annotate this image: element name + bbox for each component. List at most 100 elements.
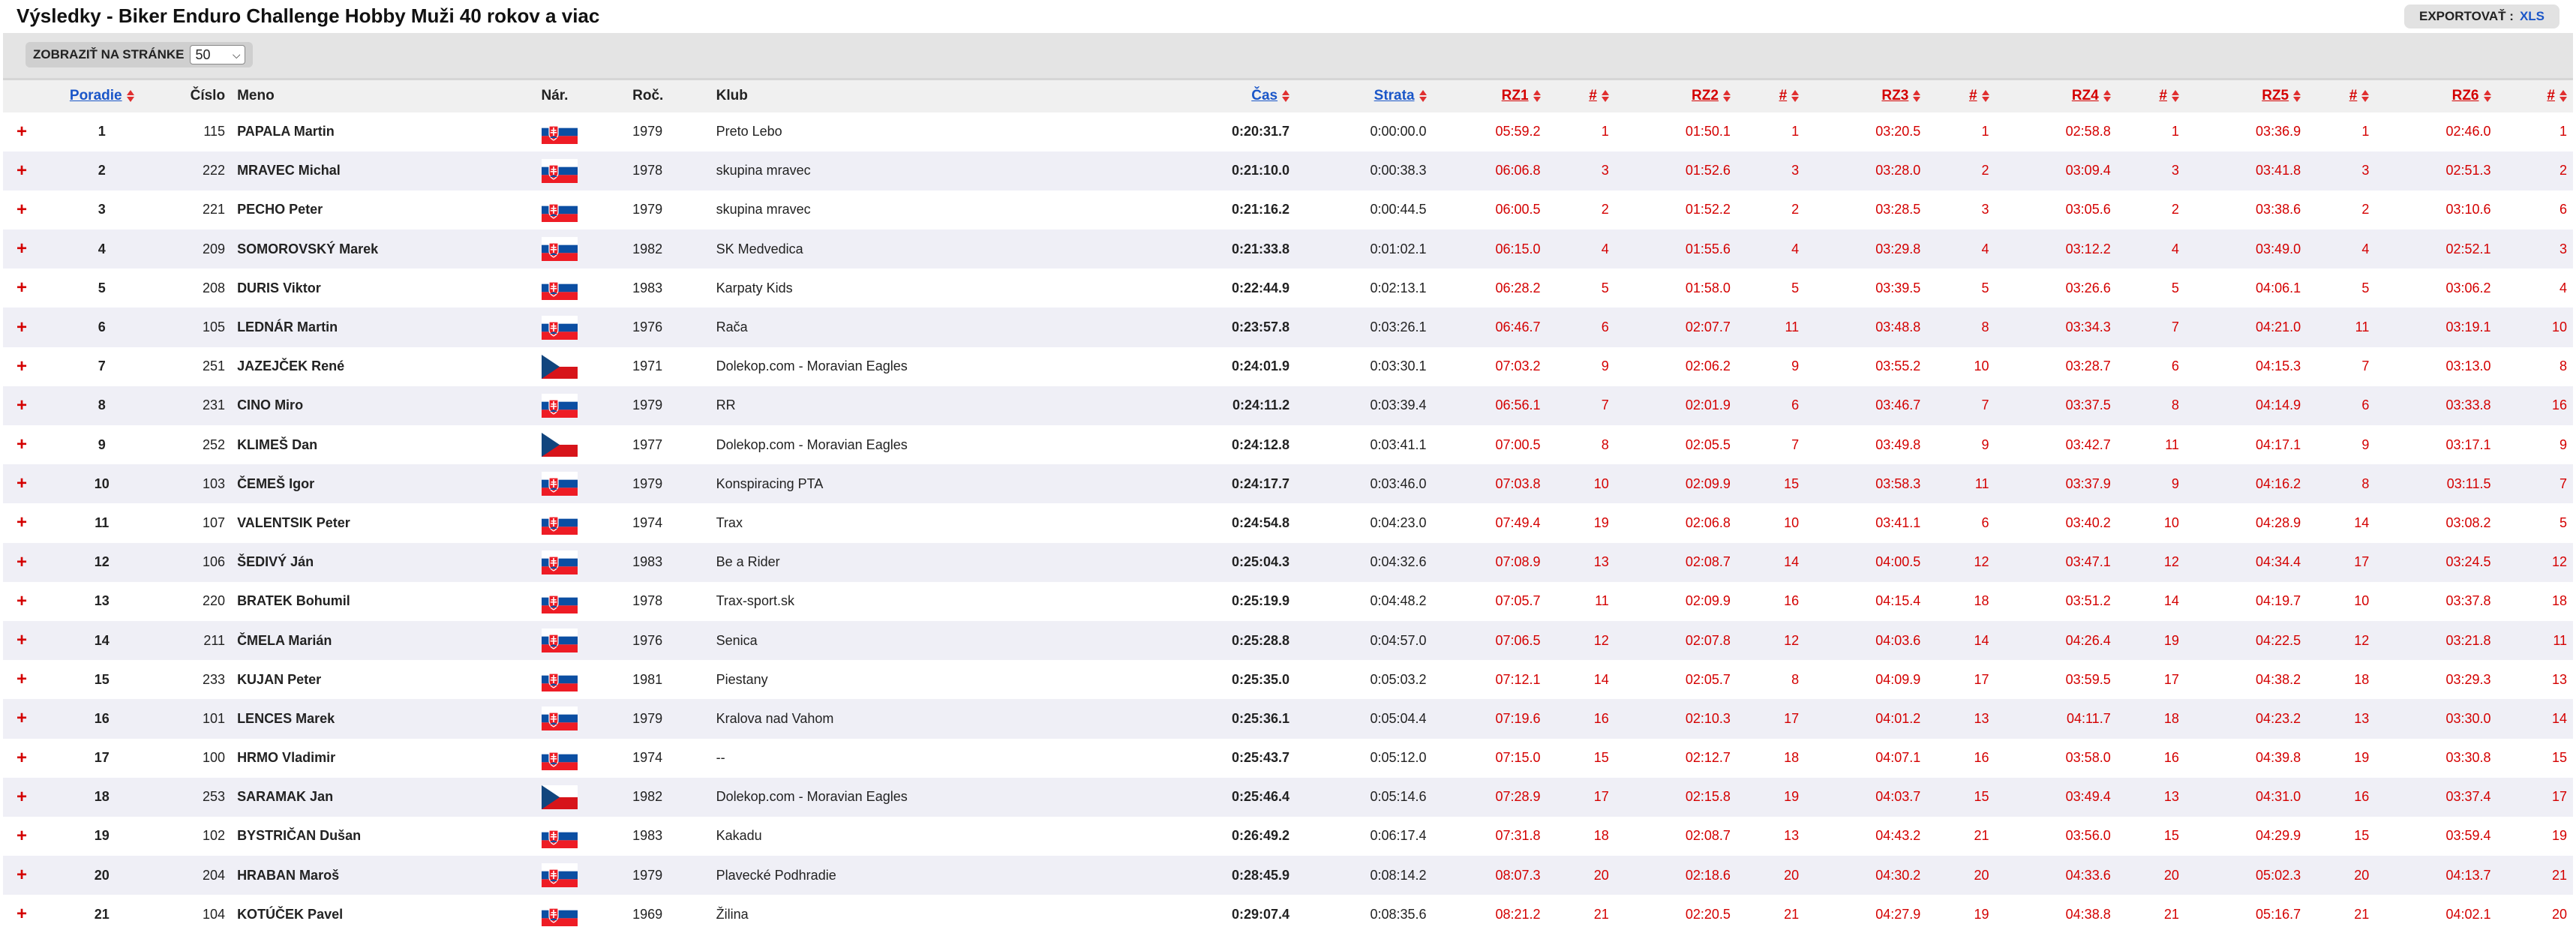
expand-row-button[interactable]: + [3, 778, 41, 817]
expand-row-button[interactable]: + [3, 503, 41, 542]
expand-row-button[interactable]: + [3, 699, 41, 738]
col-cas[interactable]: Čas [1166, 80, 1296, 112]
expand-row-button[interactable]: + [3, 230, 41, 268]
sort-icon [1419, 89, 1427, 103]
col-nar: Nár. [541, 88, 569, 104]
cell-club: Trax [716, 514, 743, 530]
expand-row-button[interactable]: + [3, 268, 41, 308]
cell-rz5-time: 04:14.9 [2256, 398, 2301, 413]
expand-row-button[interactable]: + [3, 464, 41, 503]
cell-rz1-rank: 15 [1593, 750, 1609, 766]
col-rz4[interactable]: RZ4 [1995, 80, 2117, 112]
sort-icon [2483, 89, 2491, 103]
cell-position: 10 [94, 476, 110, 491]
cell-rz5-rank: 8 [2361, 476, 2370, 491]
expand-row-button[interactable]: + [3, 543, 41, 582]
czech-flag-icon [541, 784, 578, 809]
cell-rz4-time: 03:37.9 [2065, 476, 2111, 491]
cell-rz4-rank: 5 [2171, 280, 2179, 296]
cell-club: SK Medvedica [716, 241, 803, 256]
col-rz6-rank[interactable]: # [2497, 80, 2574, 112]
expand-row-button[interactable]: + [3, 582, 41, 621]
cell-rz2-rank: 11 [1785, 320, 1800, 335]
slovakia-flag-icon [541, 824, 578, 848]
col-rz3-rank[interactable]: # [1926, 80, 1995, 112]
cell-position: 3 [98, 202, 106, 218]
cell-rz2-rank: 20 [1784, 867, 1800, 883]
sort-icon [2293, 89, 2301, 103]
col-rz2[interactable]: RZ2 [1615, 80, 1737, 112]
col-strata[interactable]: Strata [1296, 80, 1432, 112]
cell-rz6-rank: 8 [2559, 358, 2567, 374]
col-rz4-rank[interactable]: # [2117, 80, 2185, 112]
cell-club: Karpaty Kids [716, 280, 793, 296]
export-xls-link[interactable]: XLS [2520, 9, 2544, 23]
cell-rz5-time: 04:19.7 [2256, 593, 2301, 609]
cell-rz1-time: 06:46.7 [1495, 320, 1541, 335]
col-rz5[interactable]: RZ5 [2185, 80, 2307, 112]
expand-row-button[interactable]: + [3, 347, 41, 386]
slovakia-flag-icon [541, 237, 578, 262]
expand-row-button[interactable]: + [3, 152, 41, 190]
cell-rz2-time: 02:06.2 [1685, 358, 1731, 374]
expand-row-button[interactable]: + [3, 190, 41, 230]
col-rz1-rank[interactable]: # [1547, 80, 1615, 112]
expand-row-button[interactable]: + [3, 817, 41, 856]
col-rz2-rank[interactable]: # [1737, 80, 1805, 112]
cell-time: 0:21:33.8 [1232, 241, 1290, 256]
cell-rz1-rank: 14 [1593, 671, 1609, 687]
col-poradie[interactable]: Poradie [41, 80, 163, 112]
expand-row-button[interactable]: + [3, 112, 41, 152]
cell-rz2-rank: 21 [1784, 906, 1800, 922]
cell-rz6-time: 03:13.0 [2445, 358, 2491, 374]
cell-number: 105 [203, 320, 226, 335]
cell-loss: 0:00:38.3 [1370, 163, 1427, 178]
cell-rz5-rank: 9 [2361, 436, 2370, 452]
cell-rz2-time: 02:18.6 [1685, 867, 1731, 883]
cell-rz2-rank: 17 [1784, 710, 1800, 726]
expand-row-button[interactable]: + [3, 856, 41, 895]
cell-rz1-time: 06:06.8 [1495, 163, 1541, 178]
cell-rz4-rank: 7 [2171, 320, 2179, 335]
cell-rz1-time: 06:56.1 [1495, 398, 1541, 413]
cell-rz6-time: 03:19.1 [2445, 320, 2491, 335]
cell-rz1-rank: 6 [1601, 320, 1609, 335]
cell-year: 1981 [632, 671, 663, 687]
expand-row-button[interactable]: + [3, 308, 41, 346]
col-rz6[interactable]: RZ6 [2375, 80, 2496, 112]
col-rz1[interactable]: RZ1 [1433, 80, 1547, 112]
cell-name: CINO Miro [237, 398, 304, 413]
cell-rz4-time: 03:49.4 [2065, 789, 2111, 805]
cell-time: 0:25:19.9 [1232, 593, 1290, 609]
col-rz3[interactable]: RZ3 [1805, 80, 1926, 112]
cell-rz5-time: 04:16.2 [2256, 476, 2301, 491]
cell-nationality [536, 190, 627, 230]
cell-rz2-time: 02:08.7 [1685, 554, 1731, 570]
per-page-select[interactable]: 50 ⌵ [190, 45, 246, 64]
expand-row-button[interactable]: + [3, 386, 41, 425]
expand-row-button[interactable]: + [3, 895, 41, 934]
expand-row-button[interactable]: + [3, 425, 41, 464]
slovakia-flag-icon [541, 589, 578, 614]
cell-rz3-rank: 19 [1974, 906, 1989, 922]
cell-rz4-time: 04:33.6 [2065, 867, 2111, 883]
cell-year: 1971 [632, 358, 663, 374]
cell-rz5-rank: 16 [2354, 789, 2370, 805]
cell-name: KUJAN Peter [237, 671, 322, 687]
expand-row-button[interactable]: + [3, 739, 41, 778]
cell-rz2-rank: 15 [1784, 476, 1800, 491]
cell-position: 1 [98, 124, 106, 140]
sort-icon [1533, 89, 1541, 103]
cell-club: Kralova nad Vahom [716, 710, 834, 726]
cell-rz1-rank: 7 [1601, 398, 1609, 413]
cell-rz3-time: 03:39.5 [1875, 280, 1921, 296]
expand-row-button[interactable]: + [3, 660, 41, 699]
cell-rz4-rank: 18 [2163, 710, 2179, 726]
cell-number: 100 [203, 750, 226, 766]
cell-year: 1979 [632, 398, 663, 413]
expand-row-button[interactable]: + [3, 621, 41, 660]
cell-rz6-rank: 7 [2559, 476, 2567, 491]
cell-rz5-rank: 2 [2361, 202, 2370, 218]
col-rz5-rank[interactable]: # [2307, 80, 2375, 112]
cell-rz5-time: 05:16.7 [2256, 906, 2301, 922]
